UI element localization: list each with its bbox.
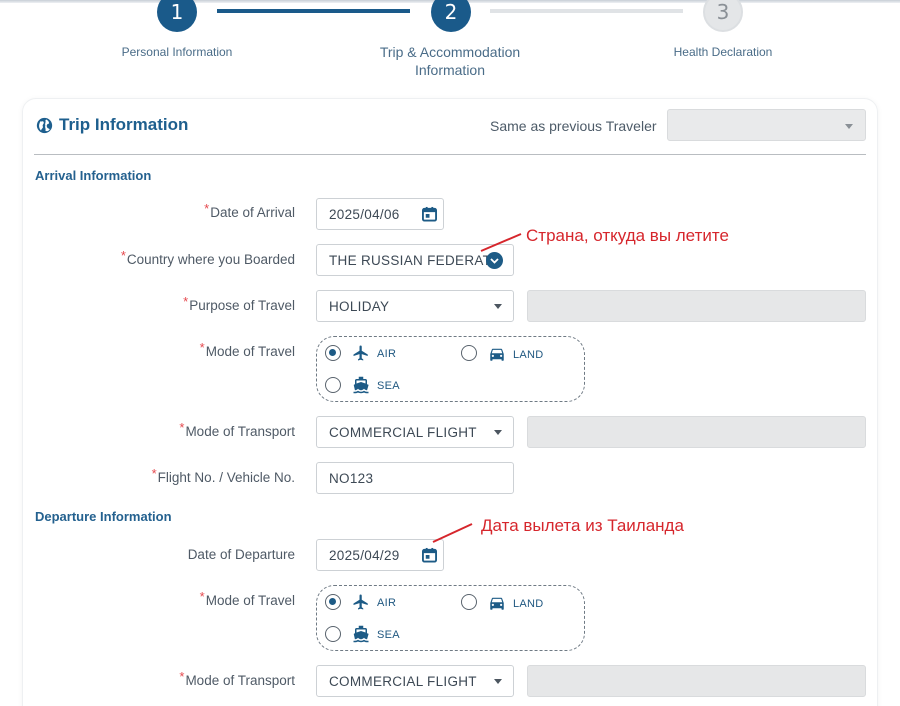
calendar-icon[interactable]: [422, 206, 437, 222]
required-marker: *: [179, 420, 185, 435]
date-of-departure-text: Date of Departure: [187, 547, 295, 562]
date-of-arrival-value: 2025/04/06: [329, 206, 400, 222]
arrival-transport-other-input: [527, 416, 866, 448]
required-marker: *: [179, 669, 185, 684]
globe-icon: [36, 117, 53, 133]
same-as-previous-label: Same as previous Traveler: [490, 118, 657, 134]
required-marker: *: [199, 340, 205, 355]
country-boarded-label: *Country where you Boarded: [121, 248, 295, 267]
flight-number-input[interactable]: NO123: [316, 462, 514, 494]
chevron-down-icon: [494, 304, 502, 309]
step-3-label: Health Declaration: [673, 45, 773, 59]
arrival-mode-of-transport-select[interactable]: COMMERCIAL FLIGHT: [316, 416, 514, 448]
step-3-circle[interactable]: 3: [703, 0, 743, 32]
departure-transport-other-input: [527, 665, 866, 697]
date-of-arrival-input[interactable]: 2025/04/06: [316, 198, 444, 230]
arrival-option-sea: SEA: [377, 380, 400, 392]
date-of-arrival-text: Date of Arrival: [210, 205, 295, 220]
departure-mode-of-transport-select[interactable]: COMMERCIAL FLIGHT: [316, 665, 514, 697]
date-of-departure-input[interactable]: 2025/04/29: [316, 539, 444, 571]
chevron-down-icon: [494, 679, 502, 684]
departure-mode-of-transport-text: Mode of Transport: [185, 673, 295, 688]
flight-number-value: NO123: [329, 470, 374, 486]
annotation-departure-note: Дата вылета из Таиланда: [481, 516, 684, 535]
country-boarded-text: Country where you Boarded: [126, 252, 295, 267]
departure-radio-air[interactable]: [325, 594, 341, 610]
car-icon: [490, 348, 504, 361]
step-2-label: Trip & Accommodation Information: [379, 44, 521, 78]
purpose-of-travel-label: *Purpose of Travel: [183, 294, 295, 313]
departure-option-sea: SEA: [377, 629, 400, 641]
required-marker: *: [151, 466, 157, 481]
required-marker: *: [183, 294, 189, 309]
ship-icon: [353, 376, 369, 394]
arrival-radio-land[interactable]: [461, 345, 477, 361]
car-icon: [490, 597, 504, 610]
chevron-down-icon: [494, 430, 502, 435]
departure-mode-of-transport-value: COMMERCIAL FLIGHT: [329, 673, 477, 689]
arrival-section-title: Arrival Information: [35, 168, 152, 183]
purpose-of-travel-text: Purpose of Travel: [189, 298, 295, 313]
arrival-mode-of-transport-value: COMMERCIAL FLIGHT: [329, 424, 477, 440]
departure-option-land: LAND: [513, 598, 544, 610]
arrival-mode-of-transport-label: *Mode of Transport: [179, 420, 295, 439]
country-boarded-value: THE RUSSIAN FEDERAT: [329, 252, 492, 268]
airplane-icon: [353, 345, 368, 361]
ship-icon: [353, 625, 369, 643]
arrival-mode-of-transport-text: Mode of Transport: [185, 424, 295, 439]
step-1-label: Personal Information: [121, 45, 233, 59]
annotation-country-note: Страна, откуда вы летите: [526, 226, 729, 245]
calendar-icon[interactable]: [422, 547, 437, 563]
departure-mode-of-travel-text: Mode of Travel: [205, 593, 295, 608]
country-boarded-select[interactable]: THE RUSSIAN FEDERAT: [316, 244, 514, 276]
departure-mode-of-transport-label: *Mode of Transport: [179, 669, 295, 688]
step-connector-1: [217, 9, 410, 13]
required-marker: *: [199, 589, 205, 604]
departure-mode-of-travel-label: *Mode of Travel: [200, 589, 295, 608]
departure-option-air: AIR: [377, 597, 397, 609]
same-as-previous-select[interactable]: [667, 109, 866, 141]
chevron-down-circle-icon[interactable]: [486, 252, 503, 269]
date-of-arrival-label: *Date of Arrival: [204, 201, 295, 220]
required-marker: *: [204, 201, 210, 216]
arrival-option-air: AIR: [377, 348, 397, 360]
purpose-other-input: [527, 290, 866, 322]
required-marker: *: [120, 248, 126, 263]
header-divider: [34, 154, 866, 155]
departure-section-title: Departure Information: [35, 509, 172, 524]
arrival-mode-of-travel-text: Mode of Travel: [205, 344, 295, 359]
date-of-departure-value: 2025/04/29: [329, 547, 400, 563]
date-of-departure-label: Date of Departure: [188, 547, 295, 562]
chevron-down-icon: [845, 124, 853, 129]
airplane-icon: [353, 594, 368, 610]
step-2-circle[interactable]: 2: [431, 0, 471, 32]
purpose-of-travel-select[interactable]: HOLIDAY: [316, 290, 514, 322]
flight-number-label: *Flight No. / Vehicle No.: [152, 466, 295, 485]
departure-radio-land[interactable]: [461, 594, 477, 610]
purpose-of-travel-value: HOLIDAY: [329, 298, 390, 314]
trip-information-header: Trip Information: [36, 115, 188, 135]
step-1-circle[interactable]: 1: [157, 0, 197, 32]
step-connector-2: [490, 9, 683, 13]
arrival-radio-sea[interactable]: [325, 377, 341, 393]
page-title: Trip Information: [59, 115, 189, 134]
departure-radio-sea[interactable]: [325, 626, 341, 642]
flight-number-text: Flight No. / Vehicle No.: [157, 470, 295, 485]
arrival-mode-of-travel-label: *Mode of Travel: [200, 340, 295, 359]
arrival-radio-air[interactable]: [325, 345, 341, 361]
arrival-option-land: LAND: [513, 349, 544, 361]
